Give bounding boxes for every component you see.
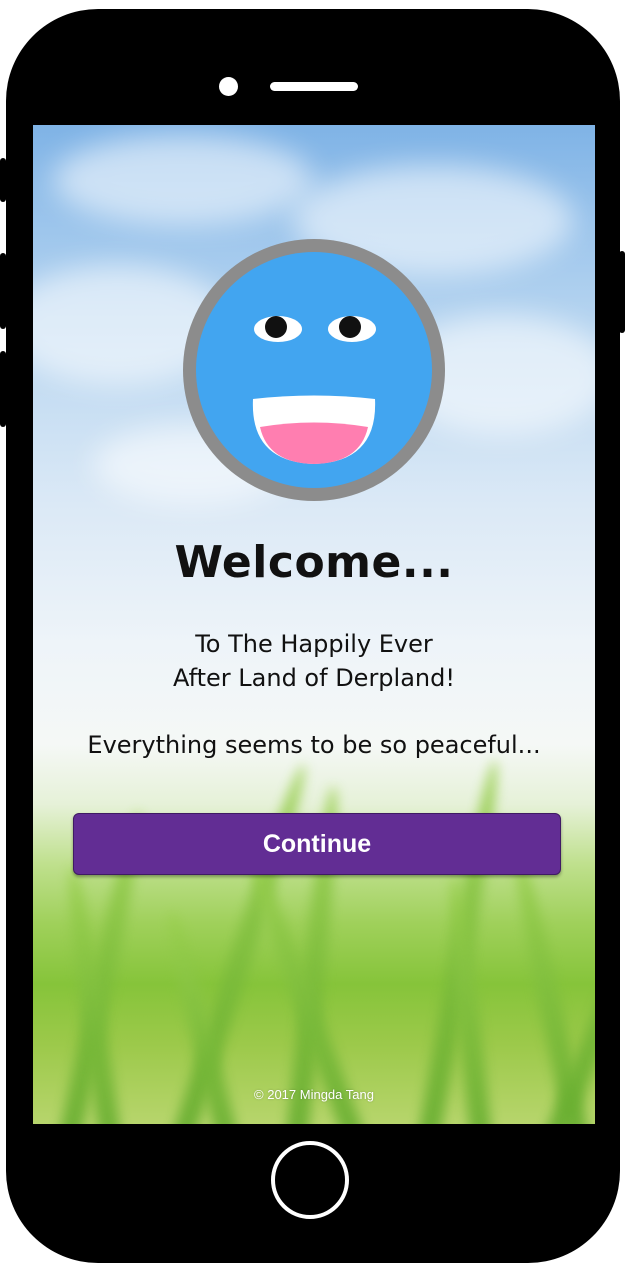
left-pupil [265, 316, 287, 338]
earpiece-speaker [270, 82, 358, 91]
right-pupil [339, 316, 361, 338]
continue-button[interactable]: Continue [73, 813, 561, 875]
copyright-text: © 2017 Mingda Tang [254, 1087, 374, 1102]
home-button-icon[interactable] [271, 1141, 349, 1219]
peaceful-tagline: Everything seems to be so peaceful... [87, 731, 541, 759]
welcome-title: Welcome... [174, 537, 454, 588]
happy-face-icon [183, 239, 445, 501]
welcome-content: Welcome... To The Happily Ever After Lan… [33, 125, 595, 1124]
subtitle-line-1: To The Happily Ever [195, 630, 433, 658]
app-screen: Welcome... To The Happily Ever After Lan… [33, 125, 595, 1124]
front-camera [219, 77, 238, 96]
subtitle-line-2: After Land of Derpland! [173, 664, 455, 692]
welcome-subtitle: To The Happily Ever After Land of Derpla… [33, 627, 595, 695]
